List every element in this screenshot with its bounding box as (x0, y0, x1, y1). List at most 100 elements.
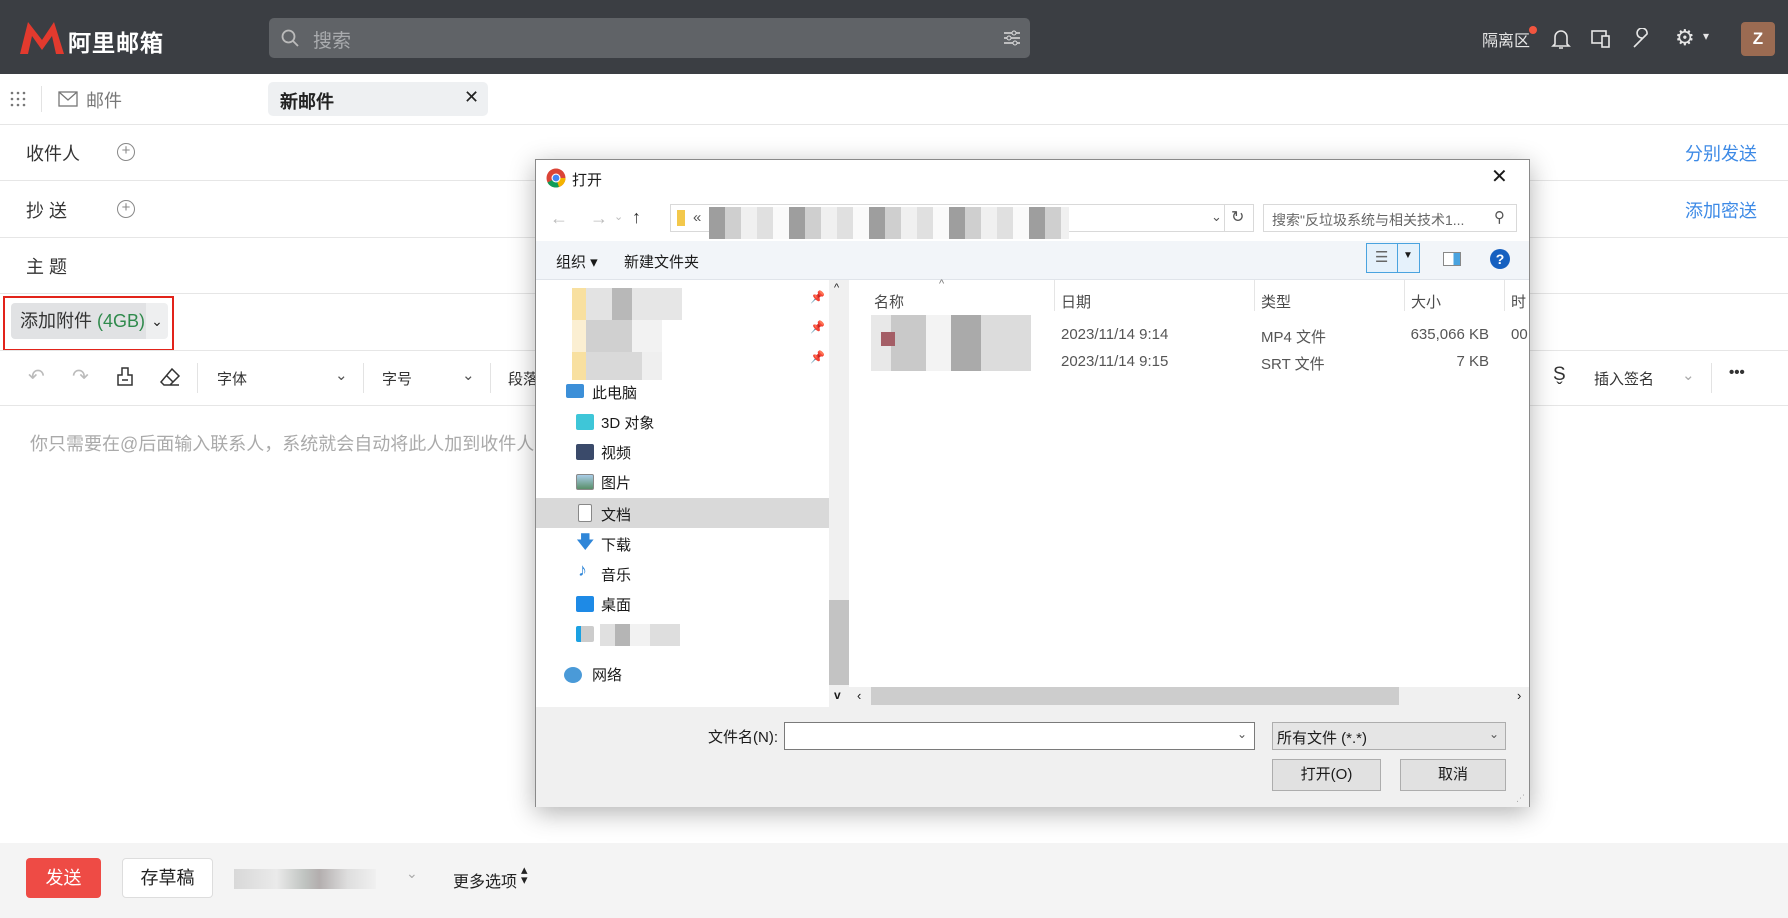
nav-scrollbar[interactable]: ^ v (829, 280, 849, 707)
gear-icon[interactable]: ⚙ (1675, 25, 1695, 51)
view-options-button[interactable]: ☰ ▼ (1366, 243, 1420, 273)
search-icon: ⚲ (1494, 209, 1505, 226)
cc-label: 抄 送 (26, 201, 68, 221)
eraser-icon[interactable] (159, 367, 181, 387)
body-editor[interactable]: 你只需要在@后面输入联系人，系统就会自动将此人加到收件人中 (30, 430, 552, 456)
scroll-down-icon[interactable]: v (834, 688, 841, 702)
quarantine-link[interactable]: 隔离区 (1482, 27, 1530, 51)
nav-music[interactable]: 音乐 (601, 564, 631, 585)
open-button[interactable]: 打开(O) (1272, 759, 1381, 791)
redo-icon[interactable]: ↷ (72, 364, 89, 389)
chevron-down-icon[interactable]: ⌄ (146, 303, 168, 339)
filter-settings-icon[interactable] (1003, 29, 1021, 47)
format-painter-icon[interactable] (116, 367, 134, 387)
divider (1504, 280, 1505, 311)
chevron-down-icon[interactable]: ⌄ (1237, 727, 1247, 741)
filename-input[interactable]: ⌄ (784, 722, 1255, 750)
folder-search-input[interactable]: 搜索"反垃圾系统与相关技术1... ⚲ (1263, 204, 1517, 232)
chevron-down-icon[interactable]: ⌄ (1489, 727, 1499, 741)
chevron-down-icon[interactable]: ▾ (1703, 29, 1709, 43)
close-icon[interactable]: ✕ (464, 87, 479, 108)
file-open-dialog: 打开 ✕ ← → ⌄ ↑ « ⌄ ↻ 搜索"反垃圾系统与相关技术1... ⚲ 组… (535, 159, 1530, 807)
more-icon[interactable]: ••• (1729, 364, 1745, 381)
quick-access-item[interactable] (572, 352, 662, 380)
divider (1054, 280, 1055, 311)
quick-access-item[interactable] (572, 320, 662, 352)
tab-mail[interactable]: 邮件 (86, 87, 122, 113)
paragraph-select[interactable]: 段落 (508, 368, 538, 389)
top-bar: 阿里邮箱 搜索 隔离区 ⚙ ▾ Z (0, 0, 1788, 74)
chevron-down-icon[interactable]: ⌄ (335, 366, 348, 384)
font-select[interactable]: 字体 (217, 368, 247, 389)
font-size-select[interactable]: 字号 (382, 368, 412, 389)
avatar[interactable]: Z (1741, 22, 1775, 56)
scroll-thumb[interactable] (871, 687, 1399, 705)
column-size[interactable]: 大小 (1411, 291, 1441, 312)
more-options-button[interactable]: 更多选项 (453, 868, 517, 892)
help-icon[interactable]: ? (1490, 249, 1510, 269)
new-folder-button[interactable]: 新建文件夹 (624, 251, 699, 272)
refresh-icon[interactable]: ↻ (1231, 207, 1244, 227)
column-date[interactable]: 日期 (1061, 291, 1091, 312)
save-draft-button[interactable]: 存草稿 (122, 858, 213, 898)
back-icon[interactable]: ← (550, 208, 568, 229)
undo-icon[interactable]: ↶ (28, 364, 45, 389)
nav-desktop[interactable]: 桌面 (601, 594, 631, 615)
add-bcc-link[interactable]: 添加密送 (1685, 197, 1757, 223)
chevron-down-icon[interactable]: ⌄ (462, 366, 475, 384)
scroll-left-icon[interactable]: ‹ (857, 688, 861, 703)
nav-videos[interactable]: 视频 (601, 442, 631, 463)
forward-icon[interactable]: → (590, 208, 608, 229)
add-recipient-icon[interactable]: + (117, 143, 135, 161)
nav-3d-objects[interactable]: 3D 对象 (601, 412, 654, 433)
column-name[interactable]: 名称 (874, 291, 904, 312)
tab-new-mail[interactable]: 新邮件 ✕ (268, 82, 488, 116)
devices-icon[interactable] (1591, 29, 1611, 49)
insert-signature-select[interactable]: 插入签名 (1594, 368, 1654, 389)
search-icon (281, 29, 299, 47)
chevron-down-icon[interactable]: ▼ (1403, 250, 1413, 261)
nav-this-pc[interactable]: 此电脑 (592, 382, 637, 403)
bell-icon[interactable] (1551, 28, 1571, 50)
chevron-down-icon[interactable]: ⌄ (1211, 209, 1222, 225)
pin-icon: 📌 (810, 350, 825, 364)
wrench-icon[interactable] (1631, 28, 1651, 50)
scroll-up-icon[interactable]: ^ (834, 282, 839, 294)
expand-icon[interactable]: ▴ ▾ (521, 863, 528, 886)
search-input[interactable]: 搜索 (269, 18, 1030, 58)
scroll-thumb[interactable] (829, 600, 849, 685)
cancel-button[interactable]: 取消 (1400, 759, 1506, 791)
quick-access-item[interactable] (572, 288, 682, 320)
close-icon[interactable]: ✕ (1491, 164, 1508, 189)
sender-select[interactable] (234, 869, 376, 889)
column-time[interactable]: 时 (1511, 291, 1529, 312)
nav-pictures[interactable]: 图片 (601, 472, 631, 493)
divider (363, 363, 364, 393)
up-icon[interactable]: ↑ (632, 207, 641, 228)
nav-documents[interactable]: 文档 (601, 504, 631, 525)
add-attachment-button[interactable]: 添加附件 (4GB) (11, 303, 146, 339)
chevron-down-icon[interactable]: ⌄ (406, 865, 418, 882)
recent-chevron-icon[interactable]: ⌄ (614, 210, 623, 223)
add-cc-icon[interactable]: + (117, 200, 135, 218)
organize-button[interactable]: 组织 ▾ (556, 251, 598, 272)
signature-icon[interactable]: S̬ (1553, 364, 1566, 386)
logo-icon (20, 22, 64, 54)
address-bar[interactable]: « ⌄ ↻ (670, 204, 1254, 239)
separate-send-link[interactable]: 分别发送 (1685, 140, 1757, 166)
resize-grip-icon[interactable]: ⋰ (1516, 793, 1525, 804)
folder-search-placeholder: 搜索"反垃圾系统与相关技术1... (1272, 212, 1465, 228)
horizontal-scrollbar[interactable]: ‹ › (849, 687, 1529, 707)
apps-grid-icon[interactable] (10, 91, 26, 107)
send-button[interactable]: 发送 (26, 858, 101, 898)
scroll-right-icon[interactable]: › (1517, 688, 1521, 703)
chevron-down-icon[interactable]: ⌄ (1682, 366, 1695, 384)
preview-pane-icon[interactable] (1443, 252, 1461, 266)
nav-drive[interactable] (600, 624, 680, 646)
network-icon (564, 667, 582, 683)
footer-bar: 发送 存草稿 ⌄ 更多选项 ▴ ▾ (0, 843, 1788, 918)
nav-downloads[interactable]: 下载 (601, 534, 631, 555)
column-type[interactable]: 类型 (1261, 291, 1291, 312)
nav-network[interactable]: 网络 (592, 664, 622, 685)
file-type-filter[interactable]: 所有文件 (*.*) ⌄ (1272, 722, 1506, 750)
